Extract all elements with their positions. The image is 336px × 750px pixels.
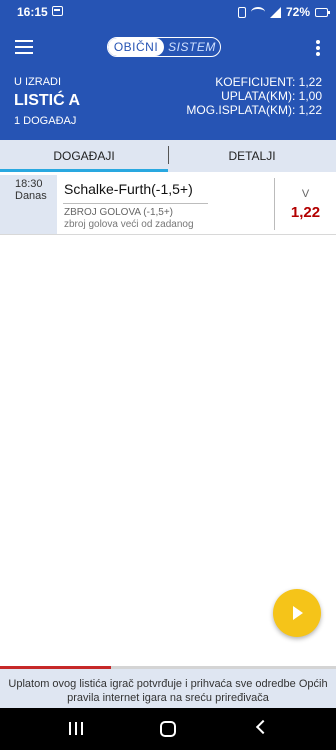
event-description: zbroj golova veći od zadanog	[64, 219, 194, 230]
home-icon[interactable]	[160, 721, 176, 737]
event-name: Schalke-Furth(-1,5+)	[64, 181, 193, 197]
lock-icon	[237, 6, 246, 18]
status-icons: 72%	[237, 5, 330, 19]
battery-percentage: 72%	[285, 5, 310, 19]
ticket-header: U IZRADI LISTIĆ A 1 DOGAĐAJ KOEFICIJENT:…	[0, 70, 336, 140]
status-bar: 16:15 72%	[0, 0, 336, 24]
event-separator	[63, 203, 208, 204]
signal-icon	[269, 6, 281, 18]
ticket-name: LISTIĆ A	[14, 92, 81, 109]
event-info: Schalke-Furth(-1,5+) ZBROJ GOLOVA (-1,5+…	[57, 175, 274, 234]
battery-icon	[315, 7, 330, 17]
app-bar: OBIČNI SISTEM	[0, 24, 336, 70]
ticket-summary: KOEFICIJENT: 1,22 UPLATA(KM): 1,00 MOG.I…	[186, 75, 322, 117]
ticket-status: U IZRADI	[14, 76, 62, 88]
gallery-icon	[52, 6, 63, 16]
event-time: 18:30	[15, 178, 43, 190]
hamburger-icon[interactable]	[15, 40, 33, 54]
disclaimer-text: Uplatom ovog listića igrač potvrđuje i p…	[0, 669, 336, 708]
event-time-cell: 18:30 Danas	[0, 175, 57, 234]
more-vert-icon[interactable]	[316, 40, 320, 56]
status-time: 16:15	[17, 5, 48, 19]
tab-dogadaji[interactable]: DOGAĐAJI	[0, 140, 168, 172]
system-nav-bar	[0, 708, 336, 750]
back-icon[interactable]	[255, 719, 271, 735]
wifi-icon	[250, 7, 265, 17]
tab-divider	[168, 146, 169, 164]
event-odd: 1,22	[290, 204, 321, 221]
toggle-obicni[interactable]: OBIČNI	[108, 38, 164, 56]
recents-icon[interactable]	[69, 722, 83, 735]
play-button[interactable]	[273, 589, 321, 637]
koeficijent-text: KOEFICIJENT: 1,22	[215, 75, 322, 89]
toggle-sistem[interactable]: SISTEM	[164, 38, 220, 56]
tab-detalji[interactable]: DETALJI	[168, 140, 336, 172]
play-icon	[293, 606, 303, 620]
uplata-text: UPLATA(KM): 1,00	[221, 89, 322, 103]
event-market: ZBROJ GOLOVA (-1,5+)	[64, 207, 174, 218]
isplata-text: MOG.ISPLATA(KM): 1,22	[186, 103, 322, 117]
ticket-event-count: 1 DOGAĐAJ	[14, 115, 77, 127]
ticket-type-toggle[interactable]: OBIČNI SISTEM	[107, 37, 221, 57]
event-row[interactable]: 18:30 Danas Schalke-Furth(-1,5+) ZBROJ G…	[0, 175, 336, 235]
event-day: Danas	[15, 190, 47, 202]
tab-indicator	[0, 169, 168, 172]
event-selection: V	[301, 188, 310, 200]
